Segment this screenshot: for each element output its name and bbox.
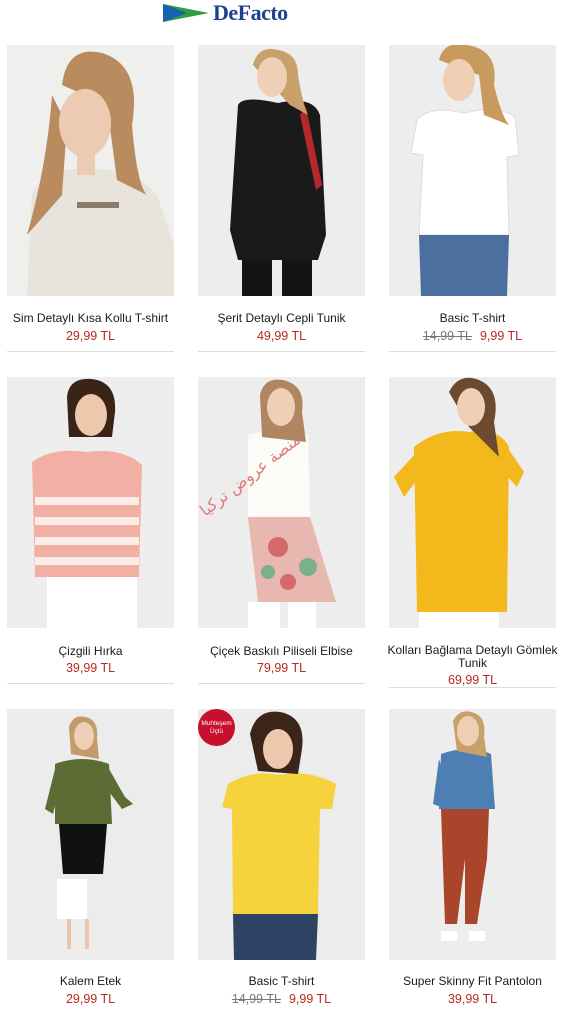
product-price: 69,99 TL <box>447 673 498 687</box>
price-row: 69,99 TL <box>389 673 556 687</box>
promo-badge-line1: Muhteşem <box>201 719 232 727</box>
price-row: 39,99 TL <box>389 992 556 1006</box>
product-image[interactable] <box>389 45 556 296</box>
model-photo-illustration <box>7 709 174 960</box>
promo-badge-line2: Üçlü <box>209 727 223 735</box>
product-price: 9,99 TL <box>288 992 332 1006</box>
product-price: 49,99 TL <box>256 329 307 343</box>
model-photo-illustration <box>198 709 365 960</box>
product-card[interactable]: Kolları Bağlama Detaylı Gömlek Tunik 69,… <box>387 377 558 688</box>
card-divider <box>7 351 174 352</box>
model-photo-illustration <box>389 709 556 960</box>
product-image[interactable] <box>7 709 174 960</box>
product-name[interactable]: Kolları Bağlama Detaylı Gömlek Tunik <box>381 644 564 670</box>
product-name[interactable]: Basic T-shirt <box>190 975 373 988</box>
product-price: 79,99 TL <box>256 661 307 675</box>
promo-badge: Muhteşem Üçlü <box>198 709 235 746</box>
product-name[interactable]: Kalem Etek <box>0 975 182 988</box>
price-row: 79,99 TL <box>198 661 365 675</box>
price-row: 14,99 TL 9,99 TL <box>389 329 556 343</box>
product-card[interactable]: Çizgili Hırka 39,99 TL <box>7 377 174 687</box>
product-card[interactable]: Çiçek Baskılı Piliseli Elbise 79,99 TL <box>198 377 365 687</box>
product-name[interactable]: Super Skinny Fit Pantolon <box>381 975 564 988</box>
product-image[interactable] <box>7 377 174 628</box>
product-card[interactable]: Super Skinny Fit Pantolon 39,99 TL <box>389 709 556 1019</box>
product-card[interactable]: Şerit Detaylı Cepli Tunik 49,99 TL <box>198 45 365 355</box>
product-card[interactable]: Sim Detaylı Kısa Kollu T-shirt 29,99 TL <box>7 45 174 355</box>
product-name[interactable]: Çizgili Hırka <box>0 645 182 658</box>
product-image[interactable] <box>7 45 174 296</box>
model-photo-illustration <box>7 377 174 628</box>
card-divider <box>389 687 556 688</box>
product-old-price: 14,99 TL <box>231 992 281 1006</box>
product-grid: Sim Detaylı Kısa Kollu T-shirt 29,99 TL … <box>0 0 568 1024</box>
product-image[interactable] <box>389 377 556 628</box>
product-price: 29,99 TL <box>65 329 116 343</box>
product-old-price: 14,99 TL <box>422 329 472 343</box>
product-price: 9,99 TL <box>479 329 523 343</box>
product-price: 39,99 TL <box>65 661 116 675</box>
product-card[interactable]: Basic T-shirt 14,99 TL 9,99 TL <box>198 709 365 1019</box>
product-name[interactable]: Basic T-shirt <box>381 312 564 325</box>
product-card[interactable]: Basic T-shirt 14,99 TL 9,99 TL <box>389 45 556 355</box>
product-price: 39,99 TL <box>447 992 498 1006</box>
product-name[interactable]: Çiçek Baskılı Piliseli Elbise <box>190 645 373 658</box>
model-photo-illustration <box>7 45 174 296</box>
model-photo-illustration <box>389 45 556 296</box>
product-image[interactable] <box>198 709 365 960</box>
model-photo-illustration <box>389 377 556 628</box>
product-image[interactable] <box>198 45 365 296</box>
card-divider <box>7 683 174 684</box>
price-row: 29,99 TL <box>7 329 174 343</box>
product-price: 29,99 TL <box>65 992 116 1006</box>
price-row: 49,99 TL <box>198 329 365 343</box>
price-row: 14,99 TL 9,99 TL <box>198 992 365 1006</box>
price-row: 29,99 TL <box>7 992 174 1006</box>
product-image[interactable] <box>389 709 556 960</box>
card-divider <box>198 683 365 684</box>
card-divider <box>389 351 556 352</box>
product-name[interactable]: Sim Detaylı Kısa Kollu T-shirt <box>0 312 182 325</box>
product-name[interactable]: Şerit Detaylı Cepli Tunik <box>190 312 373 325</box>
price-row: 39,99 TL <box>7 661 174 675</box>
product-card[interactable]: Kalem Etek 29,99 TL <box>7 709 174 1019</box>
card-divider <box>198 351 365 352</box>
model-photo-illustration <box>198 45 365 296</box>
